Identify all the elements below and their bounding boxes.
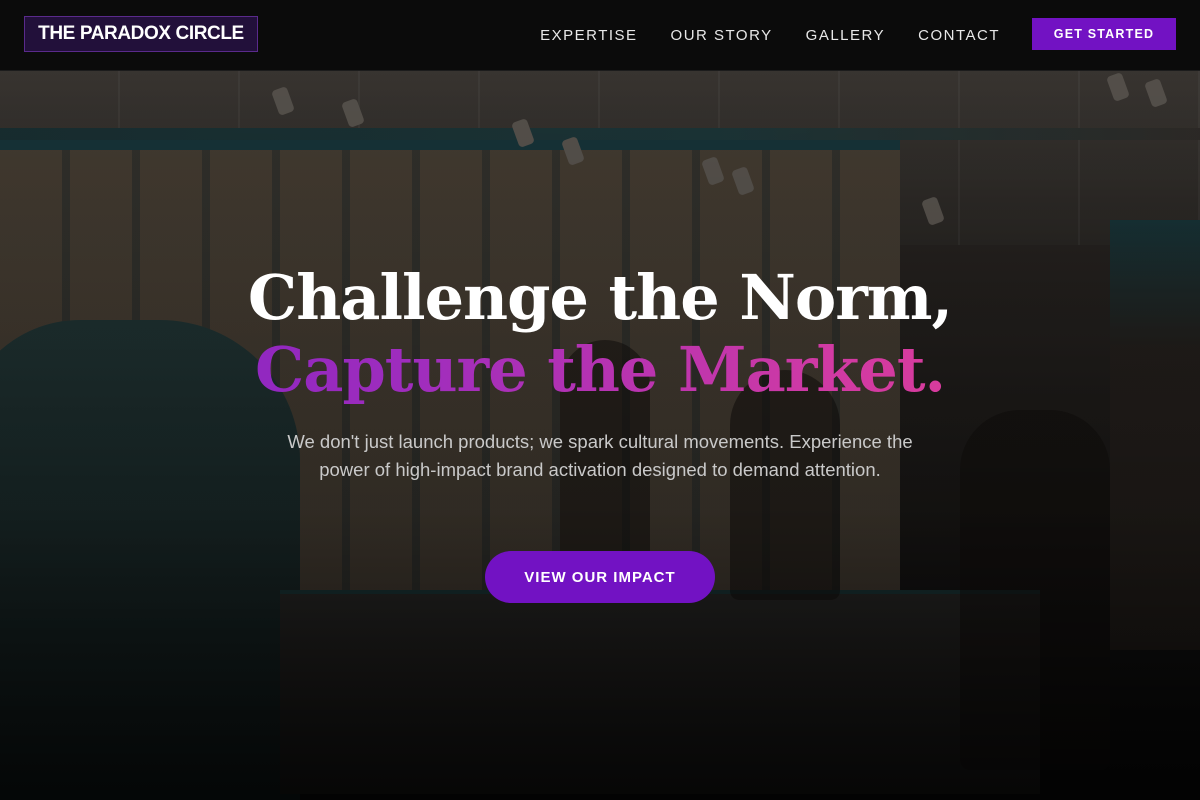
hero-subtext: We don't just launch products; we spark … (287, 431, 913, 480)
logo[interactable]: THE PARADOX CIRCLE (24, 16, 258, 52)
hero-headline-line2: Capture the Market. (0, 334, 1200, 406)
hero-headline-line1: Challenge the Norm, (247, 261, 953, 334)
nav-links: EXPERTISE OUR STORY GALLERY CONTACT (540, 0, 1000, 70)
view-our-impact-button[interactable]: VIEW OUR IMPACT (485, 551, 715, 603)
nav-link-our-story[interactable]: OUR STORY (671, 27, 773, 44)
hero-section: Challenge the Norm, Capture the Market. … (0, 0, 1200, 800)
nav-link-expertise[interactable]: EXPERTISE (540, 27, 637, 44)
nav-link-contact[interactable]: CONTACT (918, 27, 1000, 44)
navbar: THE PARADOX CIRCLE EXPERTISE OUR STORY G… (0, 0, 1200, 71)
get-started-button[interactable]: GET STARTED (1032, 18, 1176, 50)
nav-link-gallery[interactable]: GALLERY (806, 27, 885, 44)
